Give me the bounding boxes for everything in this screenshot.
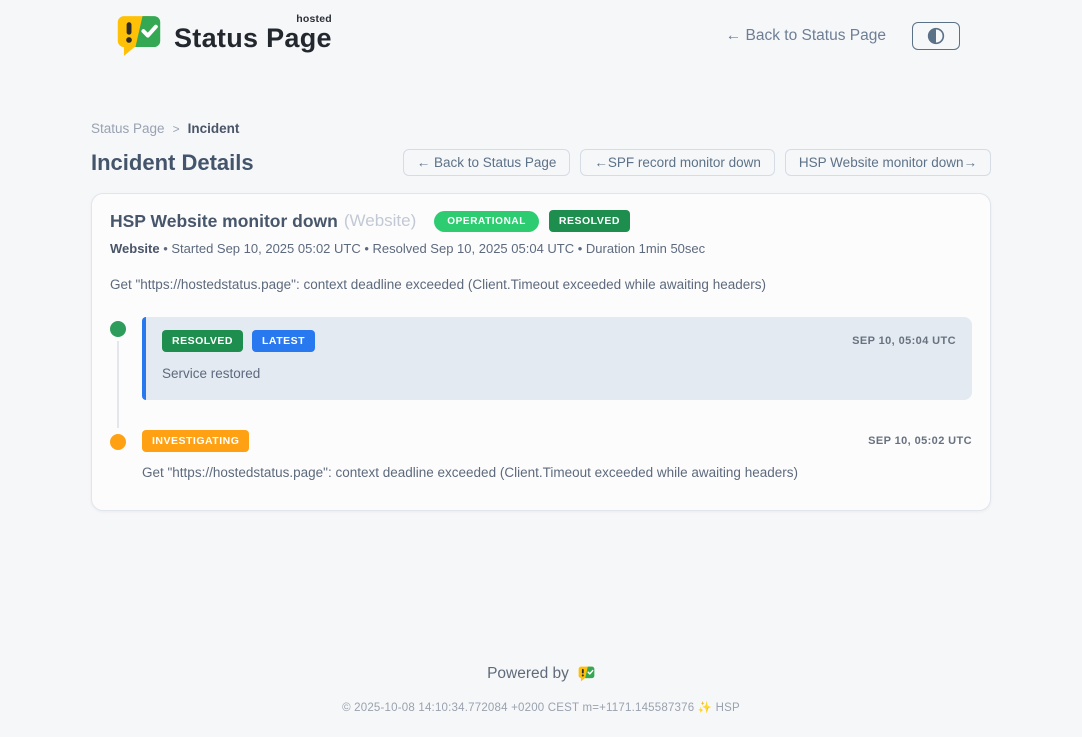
header: hosted Status Page ← Back to Status Page (0, 0, 1082, 65)
timeline-dot-green (110, 321, 126, 337)
main-content: Status Page > Incident Incident Details ← … (0, 121, 1082, 511)
incident-nav-buttons: ← Back to Status Page ←SPF record monito… (403, 149, 991, 176)
timeline-item-investigating: INVESTIGATING SEP 10, 05:02 UTC Get "htt… (110, 430, 972, 480)
theme-toggle-button[interactable] (912, 22, 960, 50)
brand-logo[interactable]: hosted Status Page (116, 15, 332, 57)
incident-description: Get "https://hostedstatus.page": context… (110, 277, 972, 292)
status-page-mini-logo-icon (578, 666, 595, 682)
page-title: Incident Details (91, 150, 254, 176)
copyright-text: © 2025-10-08 14:10:34.772084 +0200 CEST … (0, 700, 1082, 714)
back-to-status-page-link[interactable]: ← Back to Status Page (726, 27, 886, 45)
brand-superscript: hosted (296, 13, 332, 25)
breadcrumb-current: Incident (188, 121, 240, 136)
title-row: Incident Details ← Back to Status Page ←… (91, 149, 991, 176)
timeline-message: Get "https://hostedstatus.page": context… (142, 465, 972, 480)
status-page-logo-icon (116, 15, 162, 57)
incident-timeline: RESOLVED LATEST SEP 10, 05:04 UTC Servic… (110, 317, 972, 480)
powered-by-link[interactable]: Powered by (487, 665, 595, 683)
incident-title-row: HSP Website monitor down (Website) OPERA… (110, 210, 972, 232)
resolved-status-badge: RESOLVED (549, 210, 630, 232)
back-to-status-page-button[interactable]: ← Back to Status Page (403, 149, 571, 176)
incident-card: HSP Website monitor down (Website) OPERA… (91, 193, 991, 511)
next-incident-button[interactable]: HSP Website monitor down→ (785, 149, 991, 176)
resolved-badge: RESOLVED (162, 330, 243, 352)
powered-by-label: Powered by (487, 665, 569, 683)
brand-name: Status Page (174, 23, 332, 53)
investigating-badge: INVESTIGATING (142, 430, 249, 452)
timeline-timestamp: SEP 10, 05:02 UTC (868, 435, 972, 447)
header-right: ← Back to Status Page (726, 22, 960, 50)
footer: Powered by © 2025-10-08 14:10:34.772084 … (0, 665, 1082, 737)
incident-title: HSP Website monitor down (110, 211, 338, 232)
incident-meta-details: • Started Sep 10, 2025 05:02 UTC • Resol… (160, 241, 706, 256)
brand-wordmark: hosted Status Page (174, 23, 332, 54)
incident-meta: Website • Started Sep 10, 2025 05:02 UTC… (110, 241, 972, 256)
timeline-message: Service restored (162, 366, 956, 381)
contrast-half-circle-icon (925, 25, 947, 47)
incident-component: (Website) (344, 211, 416, 231)
operational-status-badge: OPERATIONAL (434, 211, 539, 232)
timeline-item-body: INVESTIGATING SEP 10, 05:02 UTC Get "htt… (142, 430, 972, 480)
timeline-item-resolved: RESOLVED LATEST SEP 10, 05:04 UTC Servic… (110, 317, 972, 400)
previous-incident-button[interactable]: ←SPF record monitor down (580, 149, 775, 176)
latest-badge: LATEST (252, 330, 315, 352)
breadcrumb: Status Page > Incident (91, 121, 991, 136)
timeline-timestamp: SEP 10, 05:04 UTC (852, 335, 956, 347)
timeline-highlight-box: RESOLVED LATEST SEP 10, 05:04 UTC Servic… (142, 317, 972, 400)
incident-meta-component: Website (110, 241, 160, 256)
timeline-item-header: RESOLVED LATEST SEP 10, 05:04 UTC (162, 330, 956, 352)
timeline-dot-orange (110, 434, 126, 450)
timeline-item-header: INVESTIGATING SEP 10, 05:02 UTC (142, 430, 972, 452)
timeline-badges: RESOLVED LATEST (162, 330, 315, 352)
breadcrumb-root[interactable]: Status Page (91, 121, 165, 136)
timeline-badges: INVESTIGATING (142, 430, 249, 452)
breadcrumb-separator: > (173, 122, 180, 136)
